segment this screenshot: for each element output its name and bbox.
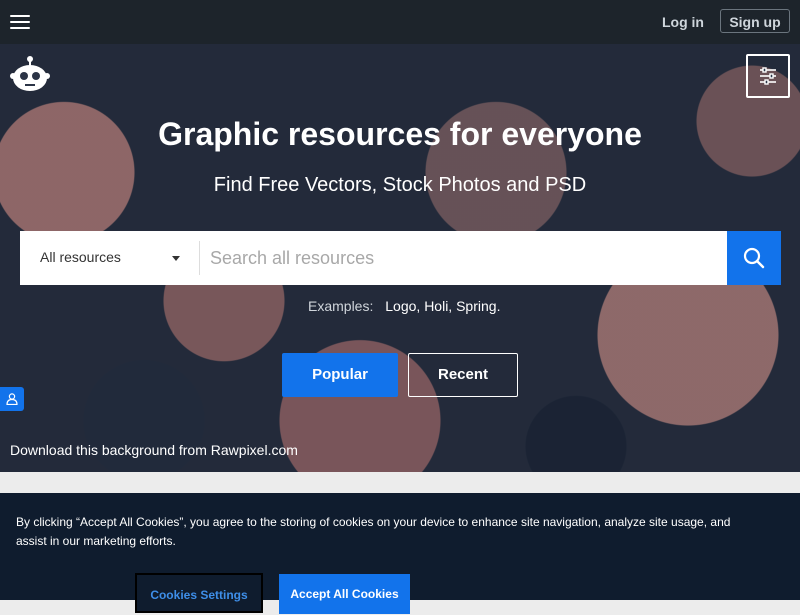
- example-link-logo[interactable]: Logo,: [385, 298, 420, 314]
- cookie-consent-text: By clicking “Accept All Cookies”, you ag…: [16, 515, 731, 548]
- login-link[interactable]: Log in: [650, 11, 716, 33]
- search-icon: [743, 247, 765, 269]
- filter-settings-button[interactable]: [746, 54, 790, 98]
- cookies-settings-button[interactable]: Cookies Settings: [135, 573, 263, 613]
- search-bar: All resources: [20, 231, 781, 285]
- hero-subtitle: Find Free Vectors, Stock Photos and PSD: [213, 174, 587, 196]
- example-link-holi[interactable]: Holi,: [424, 298, 452, 314]
- sliders-filter-icon: [760, 67, 776, 85]
- accept-all-cookies-button[interactable]: Accept All Cookies: [279, 574, 410, 614]
- examples-label: Examples:: [308, 298, 374, 314]
- popular-button[interactable]: Popular: [282, 353, 398, 397]
- recent-button[interactable]: Recent: [408, 353, 518, 397]
- hamburger-menu-icon[interactable]: [10, 14, 30, 30]
- search-examples: Examples: Logo, Holi, Spring.: [308, 298, 500, 314]
- chevron-down-icon: [172, 256, 180, 261]
- search-input[interactable]: [200, 231, 727, 285]
- robot-logo-icon[interactable]: [10, 54, 50, 94]
- side-feedback-button[interactable]: [0, 387, 24, 411]
- resource-type-label: All resources: [40, 249, 121, 265]
- example-link-spring[interactable]: Spring.: [456, 298, 500, 314]
- resource-type-dropdown[interactable]: All resources: [20, 231, 200, 285]
- person-icon: [6, 393, 18, 405]
- signup-button[interactable]: Sign up: [720, 9, 790, 33]
- top-navigation-bar: Log in Sign up: [0, 0, 800, 44]
- hero-section: Graphic resources for everyone Find Free…: [0, 44, 800, 472]
- background-credit[interactable]: Download this background from Rawpixel.c…: [10, 442, 298, 458]
- search-button[interactable]: [727, 231, 781, 285]
- hero-title: Graphic resources for everyone: [158, 116, 642, 152]
- cookie-consent-banner: By clicking “Accept All Cookies”, you ag…: [0, 493, 800, 614]
